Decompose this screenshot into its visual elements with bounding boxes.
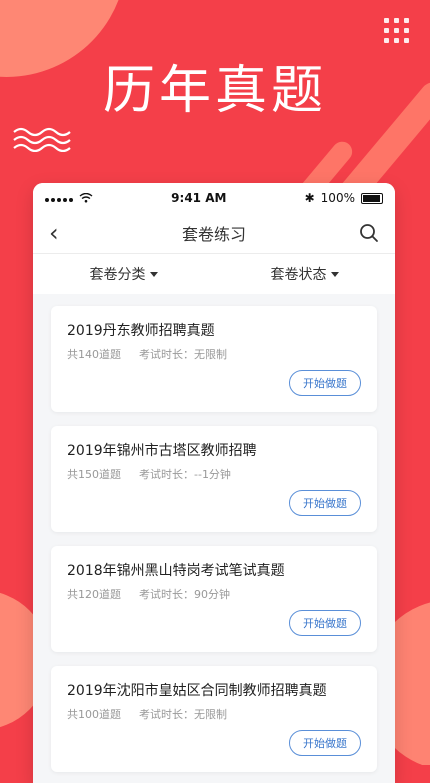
question-count: 共120道题 bbox=[67, 588, 121, 601]
exam-duration: 考试时长：无限制 bbox=[139, 708, 227, 721]
paper-meta: 共100道题 考试时长：无限制 bbox=[67, 706, 227, 722]
paper-card[interactable]: 2018年锦州黑山特岗考试笔试真题 共120道题 考试时长：90分钟 开始做题 bbox=[51, 546, 377, 652]
paper-list: 2019丹东教师招聘真题 共140道题 考试时长：无限制 开始做题 2019年锦… bbox=[33, 294, 395, 772]
filter-category-label: 套卷分类 bbox=[89, 267, 146, 283]
start-button[interactable]: 开始做题 bbox=[289, 730, 361, 756]
back-icon[interactable]: ‹ bbox=[49, 219, 59, 247]
battery-percent: 100% bbox=[320, 191, 355, 205]
paper-card[interactable]: 2019年锦州市古塔区教师招聘 共150道题 考试时长：--1分钟 开始做题 bbox=[51, 426, 377, 532]
filter-bar: 套卷分类 套卷状态 bbox=[33, 254, 395, 294]
dots-decoration-icon bbox=[384, 18, 418, 48]
filter-status-label: 套卷状态 bbox=[270, 267, 327, 283]
paper-title: 2019年锦州市古塔区教师招聘 bbox=[67, 443, 257, 459]
question-count: 共100道题 bbox=[67, 708, 121, 721]
caret-down-icon bbox=[149, 271, 158, 277]
exam-duration: 考试时长：无限制 bbox=[139, 348, 227, 361]
phone-frame: 9:41 AM ✱ 100% ‹ 套卷练习 套卷分类 套卷状态 2019丹东教师… bbox=[33, 183, 395, 783]
paper-title: 2019丹东教师招聘真题 bbox=[67, 323, 215, 339]
caret-down-icon bbox=[330, 271, 339, 277]
search-icon[interactable] bbox=[359, 223, 379, 243]
paper-title: 2019年沈阳市皇姑区合同制教师招聘真题 bbox=[67, 683, 327, 699]
nav-bar: ‹ 套卷练习 bbox=[33, 213, 395, 254]
start-button[interactable]: 开始做题 bbox=[289, 490, 361, 516]
wave-decoration-icon bbox=[13, 127, 71, 152]
battery-icon bbox=[360, 192, 383, 204]
status-time: 9:41 AM bbox=[171, 191, 227, 205]
paper-title: 2018年锦州黑山特岗考试笔试真题 bbox=[67, 563, 285, 579]
wifi-icon bbox=[79, 193, 93, 203]
paper-card[interactable]: 2019丹东教师招聘真题 共140道题 考试时长：无限制 开始做题 bbox=[51, 306, 377, 412]
page-title: 套卷练习 bbox=[181, 225, 246, 244]
start-button[interactable]: 开始做题 bbox=[289, 610, 361, 636]
paper-meta: 共150道题 考试时长：--1分钟 bbox=[67, 466, 231, 482]
signal-icon bbox=[45, 191, 75, 205]
hero-title: 历年真题 bbox=[102, 61, 327, 121]
paper-meta: 共140道题 考试时长：无限制 bbox=[67, 346, 227, 362]
start-button[interactable]: 开始做题 bbox=[289, 370, 361, 396]
exam-duration: 考试时长：--1分钟 bbox=[139, 468, 231, 481]
filter-category[interactable]: 套卷分类 bbox=[90, 264, 158, 284]
filter-status[interactable]: 套卷状态 bbox=[271, 264, 339, 284]
question-count: 共150道题 bbox=[67, 468, 121, 481]
paper-meta: 共120道题 考试时长：90分钟 bbox=[67, 586, 230, 602]
status-bar: 9:41 AM ✱ 100% bbox=[33, 183, 395, 213]
question-count: 共140道题 bbox=[67, 348, 121, 361]
paper-card[interactable]: 2019年沈阳市皇姑区合同制教师招聘真题 共100道题 考试时长：无限制 开始做… bbox=[51, 666, 377, 772]
exam-duration: 考试时长：90分钟 bbox=[139, 588, 230, 601]
bluetooth-icon: ✱ bbox=[304, 191, 315, 205]
